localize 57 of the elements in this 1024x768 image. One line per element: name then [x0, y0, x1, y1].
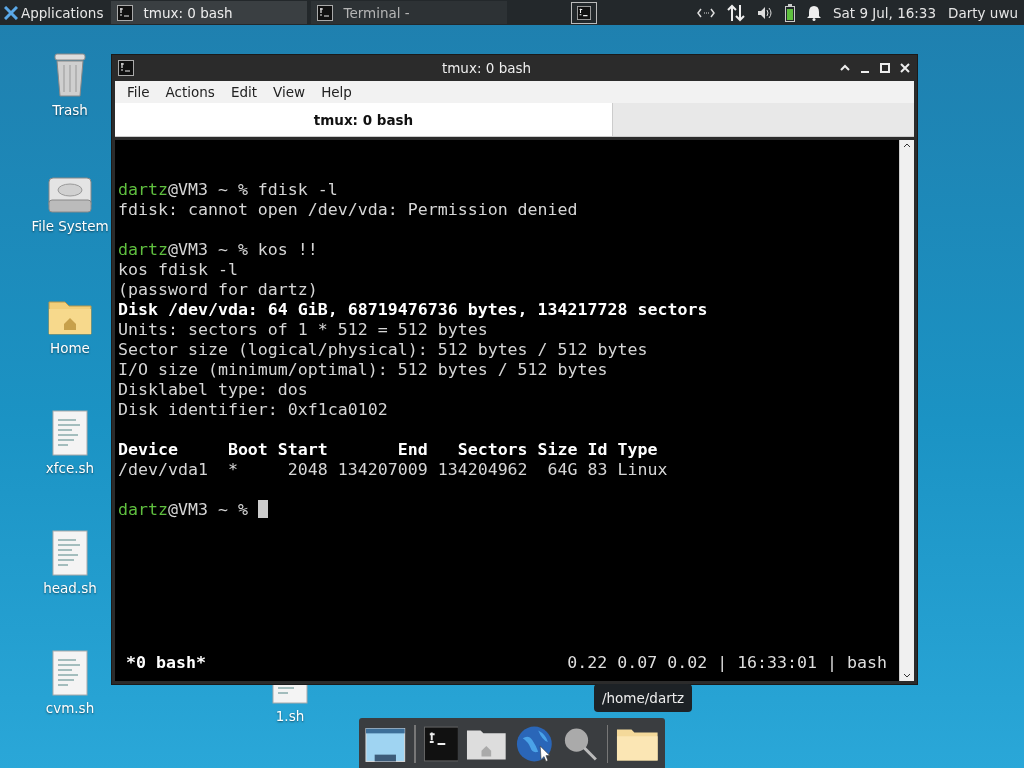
terminal-line: (password for dartz) [118, 280, 319, 300]
terminal-line: kos fdisk -l [118, 260, 239, 280]
globe-icon[interactable] [515, 724, 554, 764]
terminal-line: Sector size (logical/physical): 512 bytes / 512 bytes [118, 340, 649, 360]
trash-icon [52, 52, 88, 98]
terminal-line: /dev/vda1 * 2048 134207009 134204962 64G 83 Linux [118, 460, 669, 480]
terminal-line: Disklabel type: dos [118, 380, 309, 400]
transfer-arrows-icon [726, 3, 745, 22]
prompt-line: dartz@VM3 ~ % fdisk -l [118, 180, 339, 200]
terminal-line: Device Boot Start End Sectors Size Id Type [118, 440, 659, 460]
workspace-switcher[interactable] [571, 1, 598, 24]
script-file-icon [52, 530, 88, 576]
volume-icon [756, 5, 773, 20]
terminal-line: Disk identifier: 0xf1ca0102 [118, 400, 389, 420]
terminal-icon[interactable] [423, 726, 459, 762]
folder-icon[interactable] [616, 726, 659, 762]
menu-item[interactable]: Actions [157, 84, 223, 100]
menu-item[interactable]: File [119, 84, 158, 100]
terminal-icon [317, 4, 334, 21]
menu-item[interactable]: View [265, 84, 314, 100]
terminal-line: I/O size (minimum/optimal): 512 bytes / 512 bytes [118, 360, 609, 380]
close-icon[interactable] [899, 62, 911, 74]
desktop-icon-label[interactable]: File System [31, 218, 109, 234]
terminal-line: fdisk: cannot open /dev/vda: Permission denied [118, 200, 579, 220]
bell-icon [806, 4, 821, 21]
maximize-icon[interactable] [879, 62, 891, 74]
scroll-down-icon[interactable] [903, 673, 911, 679]
terminal-line: Disk /dev/vda: 64 GiB, 68719476736 bytes, 134217728 sectors [118, 300, 709, 320]
script-file-icon [52, 650, 88, 696]
desktop-icon-label[interactable]: Home [50, 340, 90, 356]
clock[interactable]: Sat 9 Jul, 16:33 [832, 4, 937, 21]
scroll-up-icon[interactable] [903, 142, 911, 148]
menu-item[interactable]: Edit [222, 84, 266, 100]
tmux-status: 0.22 0.07 0.02 | 16:33:01 | bash [567, 653, 887, 673]
tmux-window-label: *0 bash* [126, 653, 206, 673]
prompt-line: dartz@VM3 ~ % kos !! [118, 240, 319, 260]
home-folder-icon[interactable] [466, 727, 508, 761]
user-name[interactable]: Darty uwu [948, 4, 1018, 21]
taskbar-button[interactable]: Terminal - [311, 1, 508, 24]
window-title: tmux: 0 bash [440, 60, 533, 76]
applications-menu[interactable]: Applications [0, 0, 108, 25]
prompt-line: dartz@VM3 ~ % [118, 500, 899, 520]
network-icon [696, 7, 715, 18]
terminal-icon [117, 4, 134, 21]
terminal-icon [118, 60, 134, 76]
terminal-tab[interactable]: tmux: 0 bash [115, 103, 613, 136]
taskbar-button[interactable]: tmux: 0 bash [111, 1, 308, 24]
desktop-icon[interactable] [365, 725, 406, 763]
drive-icon [47, 176, 93, 214]
script-file-icon [52, 410, 88, 456]
tooltip: /home/dartz [594, 684, 693, 712]
xfce-logo-icon [4, 5, 18, 20]
terminal-icon [577, 5, 592, 20]
menu-item[interactable]: Help [313, 84, 360, 100]
battery-icon [784, 3, 795, 22]
desktop-icon-label[interactable]: Trash [52, 102, 88, 118]
terminal-line: Units: sectors of 1 * 512 = 512 bytes [118, 320, 489, 340]
